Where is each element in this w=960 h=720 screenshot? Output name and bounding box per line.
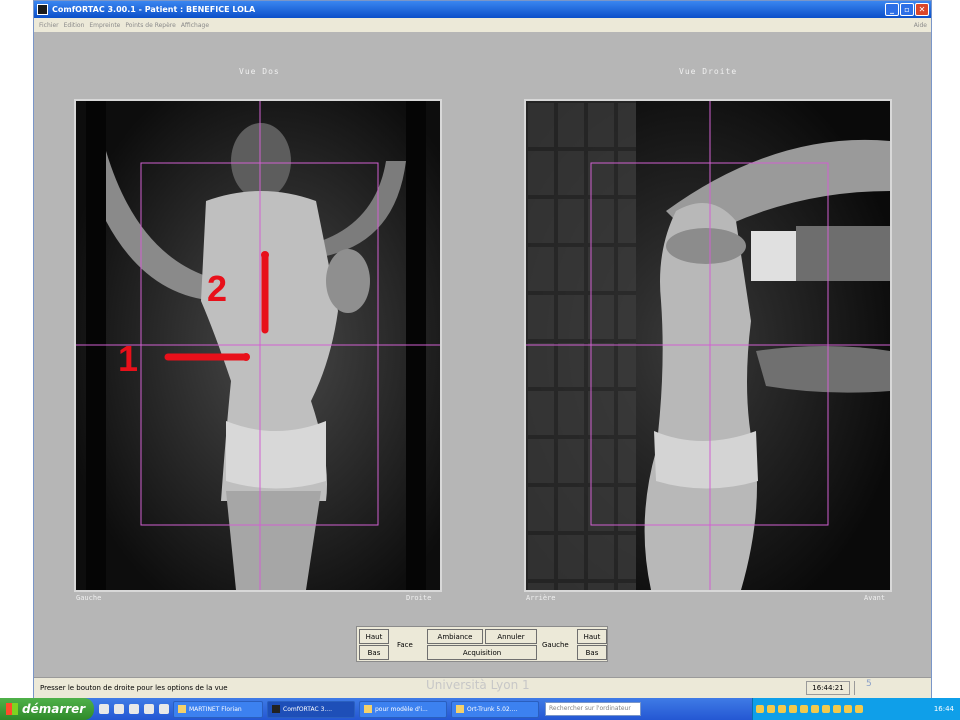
system-tray: 16:44 <box>752 698 960 720</box>
task-label: Ort-Trunk 5.02.... <box>467 705 518 713</box>
app-icon <box>272 705 280 713</box>
task-label: ComfORTAC 3.... <box>283 705 333 713</box>
annotation-dot-2 <box>261 251 269 259</box>
tray-icon-9[interactable] <box>844 705 852 713</box>
taskbar-clock: 16:44 <box>933 705 954 713</box>
task-ort-trunk[interactable]: Ort-Trunk 5.02.... <box>451 700 539 718</box>
tray-icon-4[interactable] <box>789 705 797 713</box>
task-martinet[interactable]: MARTINET Florian <box>173 700 263 718</box>
document-icon <box>364 705 372 713</box>
annotation-layer <box>164 251 269 361</box>
start-button[interactable]: démarrer <box>0 698 94 720</box>
tray-icon-1[interactable] <box>756 705 764 713</box>
quicklaunch-icon-1[interactable] <box>99 704 109 714</box>
taskbar: démarrer MARTINET Florian ComfORTAC 3...… <box>0 698 960 720</box>
windows-flag-icon <box>6 703 18 715</box>
annotation-number-2: 2 <box>207 268 228 309</box>
tray-icon-3[interactable] <box>778 705 786 713</box>
quicklaunch-icon-5[interactable] <box>159 704 169 714</box>
tray-icon-5[interactable] <box>800 705 808 713</box>
tray-icon-2[interactable] <box>767 705 775 713</box>
quicklaunch-icon-4[interactable] <box>144 704 154 714</box>
task-comfortac[interactable]: ComfORTAC 3.... <box>267 700 355 718</box>
slide-number: 5 <box>866 679 872 689</box>
desktop-search-input[interactable]: Rechercher sur l'ordinateur <box>545 702 641 716</box>
tray-icon-6[interactable] <box>811 705 819 713</box>
annotation-dot-1 <box>242 353 250 361</box>
tray-icon-10[interactable] <box>855 705 863 713</box>
start-label: démarrer <box>22 702 86 716</box>
task-label: MARTINET Florian <box>189 705 242 713</box>
annotation-number-1: 1 <box>118 338 139 379</box>
folder-icon <box>178 705 186 713</box>
task-modele[interactable]: pour modèle d'i... <box>359 700 447 718</box>
quicklaunch-icon-2[interactable] <box>114 704 124 714</box>
university-watermark: Università Lyon 1 <box>426 678 530 692</box>
tray-icon-8[interactable] <box>833 705 841 713</box>
tray-icon-7[interactable] <box>822 705 830 713</box>
quicklaunch-icon-3[interactable] <box>129 704 139 714</box>
task-label: pour modèle d'i... <box>375 705 428 713</box>
app-icon <box>456 705 464 713</box>
